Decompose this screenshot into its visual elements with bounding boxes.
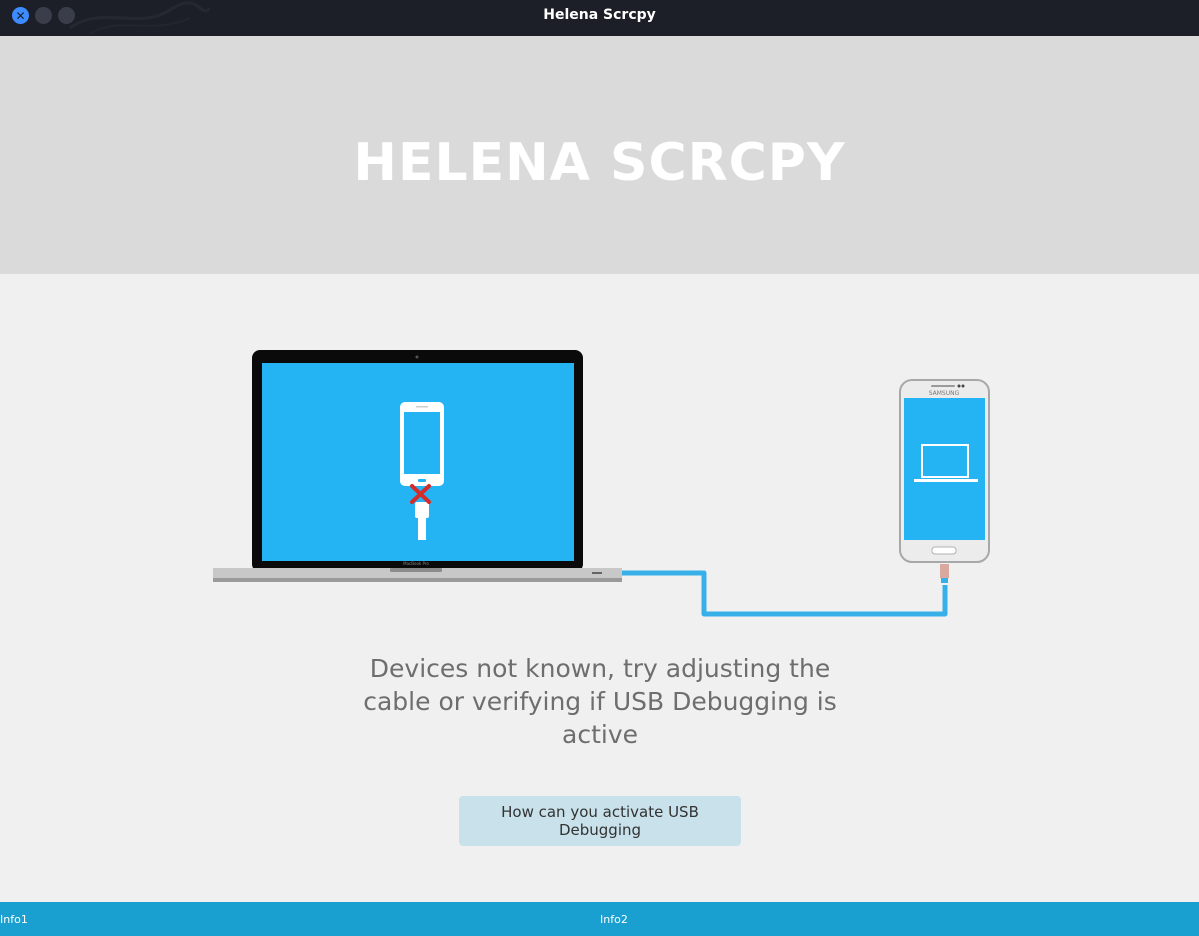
window-title: Helena Scrcpy [543,7,656,23]
usb-debugging-help-button[interactable]: How can you activate USB Debugging [459,796,741,846]
status-info1: Info1 [0,913,28,926]
app-window: ✕ Helena Scrcpy HELENA SCRCPY MacBook Pr… [0,0,1199,936]
device-connection-illustration: MacBook Pro SAMSUNG [213,350,990,617]
svg-text:MacBook Pro: MacBook Pro [403,561,429,566]
svg-text:SAMSUNG: SAMSUNG [929,390,960,397]
phone-icon: SAMSUNG [899,379,990,583]
status-bar: Info1 Info2 [0,902,1199,936]
status-message: Devices not known, try adjusting the cab… [363,654,837,749]
app-heading: HELENA SCRCPY [353,133,846,193]
usb-cable [620,570,948,617]
status-info2: Info2 [600,913,628,926]
title-bar[interactable]: ✕ Helena Scrcpy [0,0,1199,36]
header-banner: HELENA SCRCPY [0,36,1199,274]
